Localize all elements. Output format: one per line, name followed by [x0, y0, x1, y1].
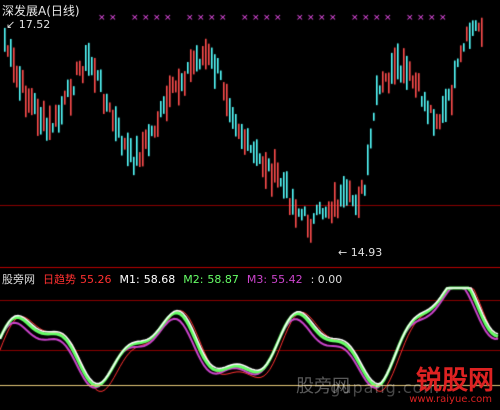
brand-url: www.raiyue.com: [409, 394, 492, 405]
high-price-label: ↙ 17.52: [6, 18, 51, 31]
m2-label: M2:: [183, 273, 204, 286]
low-price-label: ← 14.93: [338, 246, 383, 259]
m1-value: 58.68: [143, 273, 176, 286]
kline-chart[interactable]: [0, 0, 500, 410]
trend-value: 55.26: [80, 273, 112, 286]
m1-label: M1:: [119, 273, 140, 286]
trend-label: 日趋势: [43, 273, 76, 286]
m2-value: 58.87: [207, 273, 239, 286]
m3-value: 55.42: [271, 273, 303, 286]
chart-title: 深发展A(日线): [2, 4, 80, 18]
m3-label: M3:: [246, 273, 268, 286]
brand-logo: 锐股网: [415, 366, 494, 396]
indicator-header: 股旁网 日趋势 55.26 M1: 58.68 M2: 58.87 M3: 55…: [2, 271, 342, 287]
indicator-name: 股旁网: [2, 273, 35, 286]
extra-value: : 0.00: [310, 273, 343, 286]
